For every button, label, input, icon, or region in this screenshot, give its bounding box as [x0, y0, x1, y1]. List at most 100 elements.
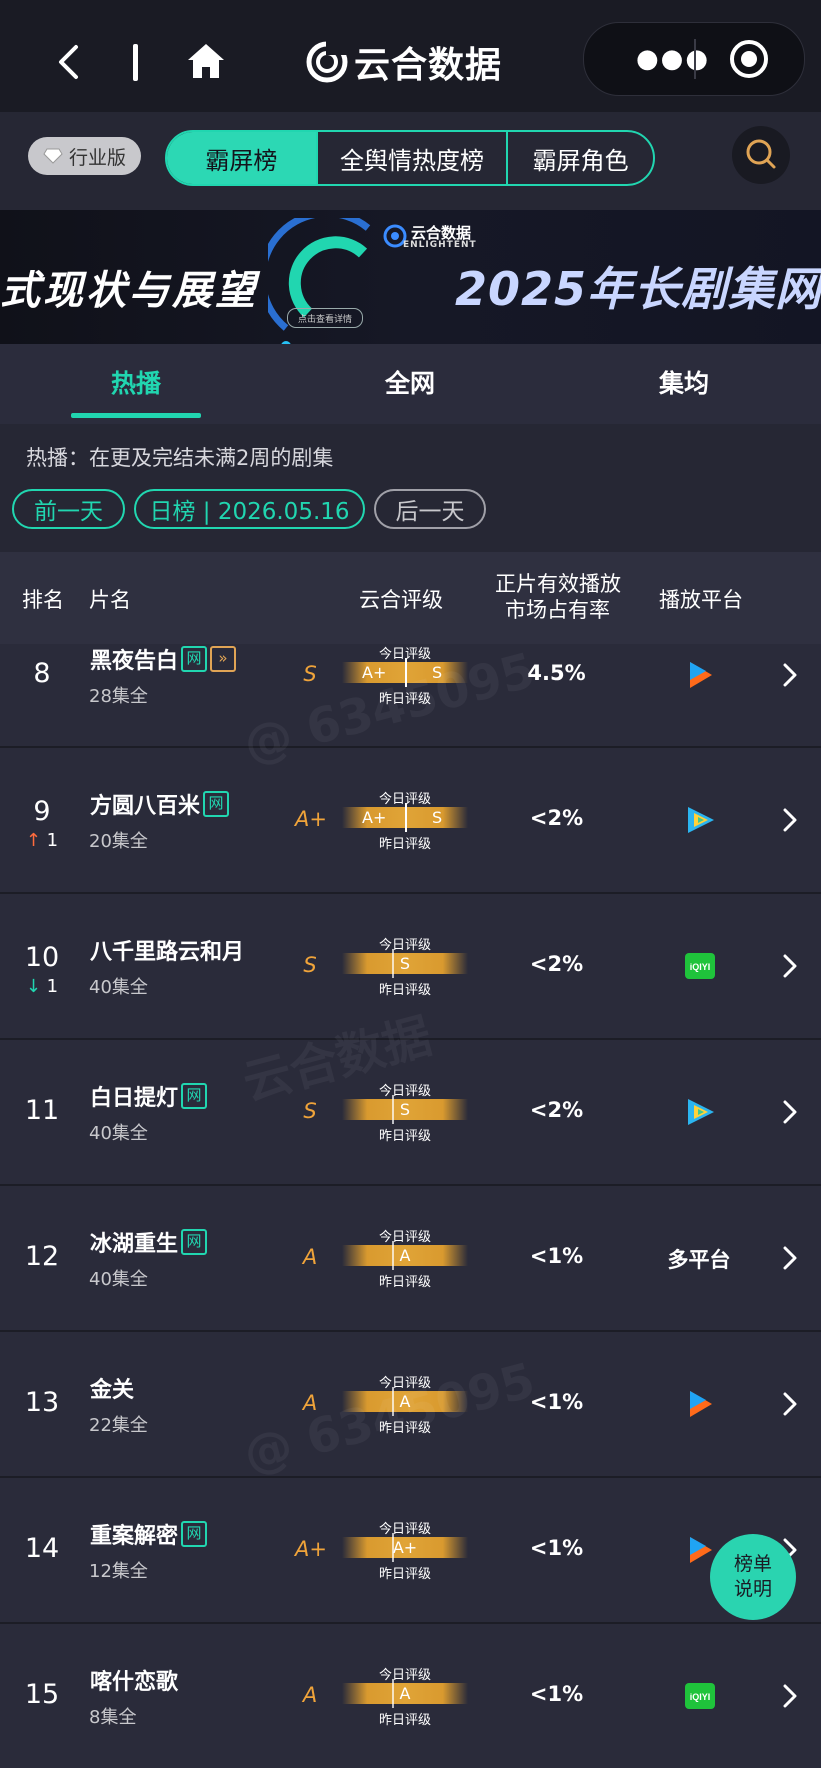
table-row[interactable]: 13 金关 22集全 A 今日评级 昨日评级 A <1% [0, 1332, 821, 1476]
tab-sentiment-heat-ranking[interactable]: 全舆情热度榜 [318, 132, 509, 184]
back-arrow-icon[interactable] [56, 44, 82, 80]
arrow-up-icon: ↑ [25, 830, 47, 851]
yesterday-rating-label: 昨日评级 [378, 1275, 431, 1290]
show-title: 黑夜告白网» [90, 643, 237, 675]
rating-pointer [405, 658, 407, 687]
diamond-icon [43, 148, 63, 164]
header-title: 片名 [89, 588, 131, 612]
today-grade: A [399, 1392, 411, 1411]
next-day-button[interactable]: 后一天 [374, 489, 486, 529]
more-options-icon[interactable]: ●●● [636, 46, 710, 72]
rank-change: ↓ 1 [0, 976, 84, 997]
market-share: <2% [529, 806, 584, 830]
close-target-icon[interactable] [729, 39, 769, 79]
today-rating-label: 今日评级 [378, 938, 431, 953]
today-grade: A+ [362, 663, 387, 682]
table-row[interactable]: 9 ↑ 1 方圆八百米网 20集全 A+ 今日评级 昨日评级 A+ S <2% [0, 748, 821, 892]
table-row[interactable]: 10 ↓ 1 八千里路云和月 40集全 S 今日评级 昨日评级 S <2% iQIYI [0, 894, 821, 1038]
tab-dominance-ranking[interactable]: 霸屏榜 [167, 132, 318, 184]
rating-comparison: 今日评级昨日评级 S [330, 934, 480, 998]
show-title: 方圆八百米网 [90, 788, 230, 820]
market-share: <1% [529, 1244, 584, 1268]
show-title: 重案解密网 [90, 1518, 208, 1550]
today-rating-label: 今日评级 [378, 1230, 431, 1245]
ranking-explanation-button[interactable]: 榜单 说明 [710, 1534, 796, 1620]
tencent-video-icon [680, 1389, 722, 1419]
episode-count: 40集全 [89, 977, 148, 998]
today-rating-label: 今日评级 [378, 1376, 431, 1391]
header-share-line2: 市场占有率 [505, 598, 610, 622]
table-row[interactable]: 14 重案解密网 12集全 A+ 今日评级 昨日评级 A+ <1% [0, 1478, 821, 1622]
table-row[interactable]: 11 白日提灯网 40集全 S 今日评级 昨日评级 S <2% [0, 1040, 821, 1184]
rank-number: 9 [33, 796, 51, 827]
yesterday-grade: S [432, 663, 443, 682]
yesterday-rating-label: 昨日评级 [378, 1421, 431, 1436]
grade-label: S [303, 953, 317, 977]
episode-count: 40集全 [89, 1123, 148, 1144]
grade-label: A [302, 1683, 318, 1707]
header-platform: 播放平台 [659, 588, 743, 612]
active-tab-underline [71, 413, 201, 418]
iqiyi-icon: iQIYI [680, 1681, 722, 1711]
tencent-video-icon [680, 660, 722, 690]
app-logo-icon [306, 41, 348, 83]
today-grade: S [399, 954, 411, 973]
home-icon[interactable] [186, 42, 226, 80]
industry-edition-badge[interactable]: 行业版 [28, 137, 141, 175]
chevron-right-icon[interactable] [782, 1246, 798, 1270]
chevron-right-icon[interactable] [782, 1684, 798, 1708]
rating-comparison: 今日评级 昨日评级 A+ [330, 1518, 480, 1582]
chevron-right-icon[interactable] [782, 663, 798, 687]
grade-label: S [303, 1099, 317, 1123]
today-grade: A+ [362, 808, 387, 827]
chevron-right-icon[interactable] [782, 1392, 798, 1416]
tab-episode-average[interactable]: 集均 [604, 364, 764, 400]
show-title-text: 重案解密 [90, 1524, 179, 1549]
show-title-text: 喀什恋歌 [90, 1670, 179, 1695]
tencent-play-icon [680, 1097, 722, 1127]
table-row[interactable]: 15 喀什恋歌 8集全 A 今日评级 昨日评级 A <1% iQIYI [0, 1624, 821, 1768]
episode-count: 40集全 [89, 1269, 148, 1290]
episode-count: 20集全 [89, 831, 148, 852]
today-rating-label: 今日评级 [378, 1084, 431, 1099]
tab-all-network[interactable]: 全网 [330, 364, 490, 400]
arrow-down-icon: ↓ [25, 976, 47, 997]
prev-day-button[interactable]: 前一天 [12, 489, 125, 529]
chevron-right-icon[interactable] [782, 954, 798, 978]
network-tag: 网 [181, 1083, 208, 1109]
ranking-type-tabs: 霸屏榜 全舆情热度榜 霸屏角色 [165, 130, 655, 186]
search-button[interactable] [732, 126, 790, 184]
episode-count: 28集全 [89, 686, 148, 707]
market-share: <2% [529, 952, 584, 976]
rating-comparison: 今日评级 昨日评级 A+ S [330, 643, 480, 707]
yesterday-rating-label: 昨日评级 [378, 837, 431, 852]
iqiyi-icon: iQIYI [680, 951, 722, 981]
rank-number: 11 [24, 1095, 60, 1126]
rank-number: 10 [24, 942, 60, 973]
yesterday-rating-label: 昨日评级 [378, 983, 431, 998]
show-title: 冰湖重生网 [90, 1226, 208, 1258]
table-row[interactable]: 8 黑夜告白网» 28集全 S 今日评级 昨日评级 A+ S 4.5% [0, 644, 821, 746]
market-share: 4.5% [527, 661, 586, 685]
tab-dominance-roles[interactable]: 霸屏角色 [508, 132, 653, 184]
date-selector[interactable]: 日榜 | 2026.05.16 [134, 489, 365, 529]
table-row[interactable]: 12 冰湖重生网 40集全 A 今日评级 昨日评级 A <1% 多平台 [0, 1186, 821, 1330]
rank-number: 12 [24, 1241, 60, 1272]
rating-comparison: 今日评级 昨日评级 A+ S [330, 788, 480, 852]
rating-comparison: 今日评级昨日评级 A [330, 1372, 480, 1436]
show-title-text: 白日提灯 [90, 1086, 179, 1111]
market-share: <2% [529, 1098, 584, 1122]
rank-change-value: 1 [46, 830, 59, 851]
tab-hot[interactable]: 热播 [56, 364, 216, 400]
grade-label: A [302, 1245, 318, 1269]
chevron-right-icon[interactable] [782, 1100, 798, 1124]
promo-banner[interactable]: 式现状与展望 云合数据 ENLIGHTENT 点击查看详情 2025年长剧集网 [0, 210, 821, 344]
banner-cta[interactable]: 点击查看详情 [287, 308, 363, 328]
episode-count: 8集全 [89, 1707, 137, 1728]
yesterday-grade: S [432, 808, 443, 827]
mini-program-capsule: ●●● [583, 22, 805, 96]
app-brand: 云合数据 [306, 36, 502, 88]
market-share: <1% [529, 1390, 584, 1414]
svg-text:iQIYI: iQIYI [690, 962, 711, 972]
chevron-right-icon[interactable] [782, 808, 798, 832]
